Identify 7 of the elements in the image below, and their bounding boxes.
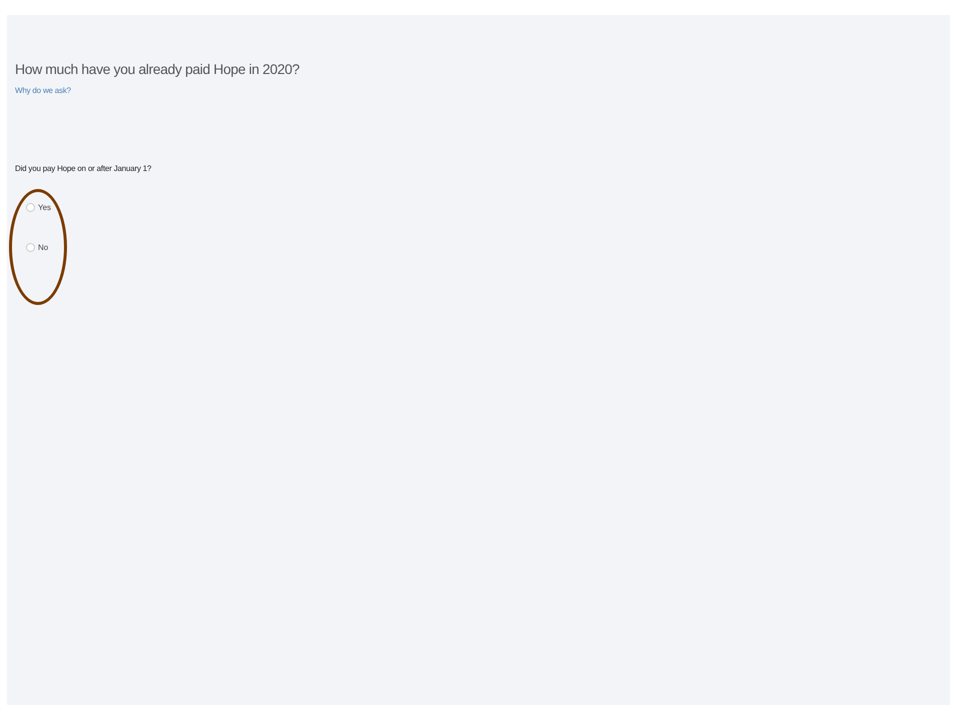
- question-label: Did you pay Hope on or after January 1?: [15, 164, 152, 173]
- page-heading: How much have you already paid Hope in 2020?: [15, 61, 300, 77]
- why-link[interactable]: Why do we ask?: [15, 86, 71, 95]
- option-label[interactable]: No: [38, 242, 48, 252]
- radio-button[interactable]: [26, 242, 35, 252]
- option-label[interactable]: Yes: [38, 202, 52, 212]
- radio-button[interactable]: [26, 202, 35, 212]
